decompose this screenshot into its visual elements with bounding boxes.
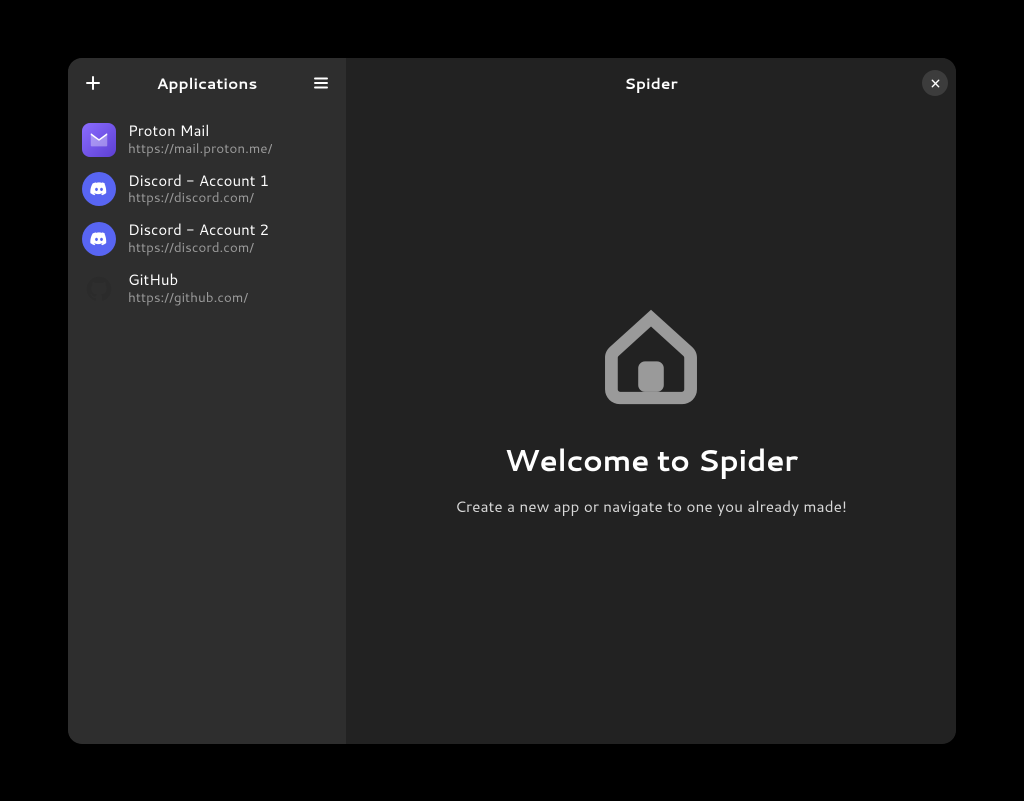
close-button[interactable] [922, 70, 948, 96]
add-app-button[interactable] [74, 64, 112, 102]
desktop-background: Applications Proton Mail https://mail.pr… [0, 0, 1024, 801]
main-header: Spider [346, 58, 956, 108]
sidebar-item-text: Discord - Account 2 https://discord.com/ [128, 221, 269, 257]
sidebar-item-text: Discord - Account 1 https://discord.com/ [128, 172, 269, 208]
window-title: Spider [346, 72, 956, 94]
close-icon [930, 78, 941, 89]
sidebar: Applications Proton Mail https://mail.pr… [68, 58, 346, 744]
home-icon [592, 296, 710, 414]
welcome-heading: Welcome to Spider [505, 438, 798, 481]
sidebar-item-discord-1[interactable]: Discord - Account 1 https://discord.com/ [74, 166, 340, 214]
app-name-label: Discord - Account 2 [128, 221, 269, 240]
app-url-label: https://discord.com/ [128, 240, 269, 257]
app-name-label: Proton Mail [128, 122, 272, 141]
app-window: Applications Proton Mail https://mail.pr… [68, 58, 956, 744]
app-name-label: GitHub [128, 271, 248, 290]
sidebar-item-text: Proton Mail https://mail.proton.me/ [128, 122, 272, 158]
app-url-label: https://discord.com/ [128, 190, 269, 207]
hamburger-menu-icon [312, 74, 330, 92]
sidebar-item-proton-mail[interactable]: Proton Mail https://mail.proton.me/ [74, 116, 340, 164]
app-name-label: Discord - Account 1 [128, 172, 269, 191]
sidebar-menu-button[interactable] [302, 64, 340, 102]
sidebar-item-github[interactable]: GitHub https://github.com/ [74, 265, 340, 313]
plus-icon [84, 74, 102, 92]
github-icon [82, 272, 116, 306]
proton-mail-icon [82, 123, 116, 157]
app-url-label: https://github.com/ [128, 290, 248, 307]
discord-icon [82, 222, 116, 256]
main-pane: Spider Welcome to Spider Create a new ap… [346, 58, 956, 744]
sidebar-title: Applications [112, 72, 302, 94]
sidebar-item-text: GitHub https://github.com/ [128, 271, 248, 307]
app-url-label: https://mail.proton.me/ [128, 141, 272, 158]
sidebar-item-discord-2[interactable]: Discord - Account 2 https://discord.com/ [74, 215, 340, 263]
discord-icon [82, 172, 116, 206]
welcome-screen: Welcome to Spider Create a new app or na… [346, 108, 956, 744]
app-list: Proton Mail https://mail.proton.me/ Disc… [68, 108, 346, 321]
sidebar-header: Applications [68, 58, 346, 108]
welcome-subtext: Create a new app or navigate to one you … [455, 495, 847, 517]
